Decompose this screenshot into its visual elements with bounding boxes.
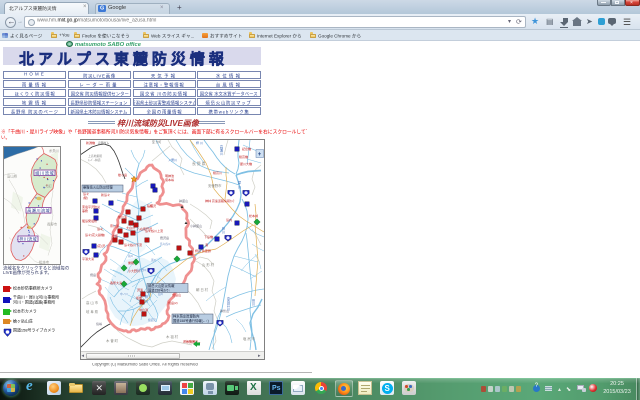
svg-text:番所大滝: 番所大滝 <box>110 280 122 285</box>
svg-text:新淵橋: 新淵橋 <box>86 140 95 145</box>
svg-text:犀 川: 犀 川 <box>237 181 241 189</box>
svg-text:坂巻: 坂巻 <box>136 295 142 300</box>
svg-text:乗鞍岳火山防災情報: 乗鞍岳火山防災情報 <box>83 185 113 190</box>
svg-text:(花)沢: (花)沢 <box>97 243 105 248</box>
svg-text:龍島発電所: 龍島発電所 <box>82 218 97 223</box>
svg-text:鉢盛山: 鉢盛山 <box>179 198 188 203</box>
svg-text:事務: 事務 <box>82 208 88 213</box>
svg-text:島々谷川下流: 島々谷川下流 <box>124 242 142 247</box>
svg-text:国道158号通行情報(←↑): 国道158号通行情報(←↑) <box>173 318 209 323</box>
svg-text:長 野 県: 長 野 県 <box>192 161 206 166</box>
svg-text:穂高川: 穂高川 <box>213 170 222 175</box>
svg-text:犀川大橋: 犀川大橋 <box>240 161 252 166</box>
svg-text:高 山 市: 高 山 市 <box>86 300 99 305</box>
svg-text:穂高橋: 穂高橋 <box>239 154 248 159</box>
svg-text:前川: 前川 <box>128 254 134 258</box>
svg-text:梓 川: 梓 川 <box>196 140 203 145</box>
svg-text:梓川: 梓川 <box>221 226 225 234</box>
svg-text:通行情報: 通行情報 <box>183 339 195 344</box>
svg-text:島内: 島内 <box>226 217 232 222</box>
svg-text:神林 高速道路情報ｶﾒﾗ: 神林 高速道路情報ｶﾒﾗ <box>205 198 235 203</box>
svg-text:境峠: 境峠 <box>96 321 102 326</box>
svg-text:木 曽 町: 木 曽 町 <box>106 338 119 343</box>
svg-text:白川: 白川 <box>158 292 164 296</box>
svg-text:朝 日 村: 朝 日 村 <box>196 287 209 292</box>
svg-text:高瀬ダム: 高瀬ダム <box>98 141 109 145</box>
svg-text:乗鞍: 乗鞍 <box>128 260 134 265</box>
svg-text:焼岳(2): 焼岳(2) <box>168 300 178 305</box>
svg-text:ｽｰﾊﾟｰ林道: ｽｰﾊﾟｰ林道 <box>88 158 101 162</box>
svg-text:田川: 田川 <box>251 299 255 306</box>
svg-text:松本市: 松本市 <box>39 259 50 264</box>
svg-text:松本城: 松本城 <box>249 213 258 218</box>
svg-text:安曇野市: 安曇野市 <box>208 183 222 188</box>
svg-text:高瀬川流域: 高瀬川流域 <box>27 206 50 213</box>
svg-text:梓川 倉庫群: 梓川 倉庫群 <box>195 248 211 253</box>
svg-text:焼岳沢: 焼岳沢 <box>148 318 156 322</box>
svg-text:奈川渡: 奈川渡 <box>110 223 119 228</box>
svg-text:国道158号ｶﾒﾗ↑: 国道158号ｶﾒﾗ↑ <box>148 287 170 292</box>
svg-text:霞沢岳: 霞沢岳 <box>160 235 169 240</box>
svg-text:ノ俣川: ノ俣川 <box>168 157 177 162</box>
svg-text:島々谷川: 島々谷川 <box>160 242 171 246</box>
svg-text:糸魚川: 糸魚川 <box>49 148 60 153</box>
svg-text:岐 阜 県: 岐 阜 県 <box>86 309 99 314</box>
svg-text:沢渡: 沢渡 <box>137 287 143 292</box>
svg-text:記念橋: 記念橋 <box>242 146 251 151</box>
svg-text:中の湯: 中の湯 <box>139 307 148 312</box>
svg-text:水殿: 水殿 <box>112 233 118 238</box>
svg-text:富山県: 富山県 <box>7 173 18 178</box>
svg-text:焼岳山: 焼岳山 <box>172 292 181 297</box>
svg-text:平湯大滝: 平湯大滝 <box>82 256 94 261</box>
svg-text:中ノ川: 中ノ川 <box>120 292 128 296</box>
svg-text:黒川: 黒川 <box>151 258 157 262</box>
svg-text:大白川: 大白川 <box>126 225 135 230</box>
svg-text:焼岳: 焼岳 <box>90 272 96 277</box>
svg-text:梓 川: 梓 川 <box>144 294 148 303</box>
svg-text:至 大町: 至 大町 <box>152 140 161 144</box>
svg-text:長野市: 長野市 <box>47 221 58 226</box>
svg-text:徳沢: 徳沢 <box>150 203 156 208</box>
svg-text:前川渡: 前川渡 <box>118 214 127 219</box>
svg-text:山 形 村: 山 形 村 <box>202 262 215 267</box>
svg-text:高瀬川: 高瀬川 <box>219 144 223 156</box>
svg-text:姫川流域: 姫川流域 <box>35 169 54 176</box>
svg-text:島々: 島々 <box>97 226 103 231</box>
svg-text:+: + <box>258 152 262 158</box>
svg-text:島々谷川上流: 島々谷川上流 <box>145 228 163 233</box>
svg-text:奈良井川: 奈良井川 <box>226 296 230 311</box>
svg-text:(駅): (駅) <box>83 196 88 200</box>
svg-text:小大野川: 小大野川 <box>136 268 147 272</box>
svg-text:下島橋: 下島橋 <box>204 234 213 239</box>
svg-text:梓川流域: 梓川流域 <box>19 235 37 242</box>
svg-text:大町: 大町 <box>45 183 52 188</box>
svg-text:槍ヶ岳: 槍ヶ岳 <box>118 172 127 177</box>
svg-text:塩 尻 市: 塩 尻 市 <box>243 336 256 341</box>
svg-text:徳本峠: 徳本峠 <box>165 177 174 182</box>
svg-text:新島々: 新島々 <box>101 192 110 197</box>
svg-text:小鉢盛山: 小鉢盛山 <box>190 223 202 228</box>
svg-text:島々(花火鉄橋): 島々(花火鉄橋) <box>85 232 105 237</box>
svg-text:木 祖 村: 木 祖 村 <box>166 334 179 339</box>
svg-text:渚: 渚 <box>205 242 208 247</box>
